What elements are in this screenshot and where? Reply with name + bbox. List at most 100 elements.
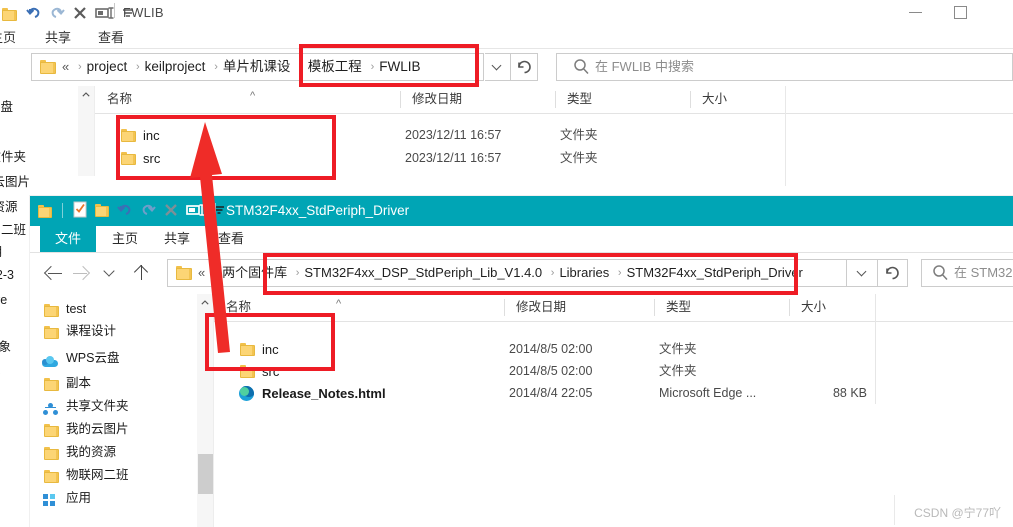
- titlebar-divider: [114, 3, 115, 18]
- tab-share[interactable]: 共享: [45, 26, 71, 49]
- folder-icon: [121, 152, 136, 170]
- window2-checklist-group[interactable]: [72, 196, 231, 222]
- crumb-stdperiph-driver[interactable]: STM32F4xx_StdPeriph_Driver: [627, 265, 803, 280]
- new-folder-icon[interactable]: [93, 200, 111, 218]
- sidebar-item-label: 我的资源: [66, 445, 117, 459]
- table-row[interactable]: src 2023/12/11 16:57 文件夹: [95, 147, 945, 170]
- crumb-keilproject[interactable]: keilproject: [145, 59, 206, 74]
- nav-item-3[interactable]: 的云图片: [0, 171, 30, 193]
- column-header-type[interactable]: 类型: [555, 86, 690, 113]
- window1-refresh-button[interactable]: [511, 53, 538, 81]
- maximize-button[interactable]: [938, 0, 983, 26]
- undo-icon[interactable]: [116, 200, 134, 218]
- nav-item-5[interactable]: 联网二班: [0, 219, 26, 241]
- window1-sidebar-scrollbar[interactable]: [78, 86, 95, 176]
- scrollbar-thumb[interactable]: [198, 454, 213, 494]
- nav-item-9[interactable]: 商: [0, 314, 1, 336]
- window1-search-box[interactable]: 在 FWLIB 中搜索: [556, 53, 1013, 81]
- scroll-up-icon[interactable]: [201, 299, 209, 307]
- crumb-fwlib[interactable]: FWLIB: [379, 59, 420, 74]
- tab-view[interactable]: 查看: [218, 226, 244, 252]
- tab-view[interactable]: 查看: [98, 26, 124, 49]
- nav-item-12[interactable]: 片: [0, 380, 1, 402]
- nav-item-11[interactable]: 频: [0, 358, 1, 380]
- crumb-template[interactable]: 模板工程: [308, 59, 362, 74]
- nav-item-2[interactable]: 享文件夹: [0, 146, 26, 168]
- window2-ribbon-tabs[interactable]: 文件 主页 共享 查看: [30, 226, 1013, 252]
- file-date: 2023/12/11 16:57: [405, 128, 502, 142]
- table-row[interactable]: inc 2014/8/5 02:00 文件夹: [214, 338, 1004, 361]
- tab-share[interactable]: 共享: [164, 226, 190, 252]
- tab-home[interactable]: 主页: [112, 226, 138, 252]
- tab-file[interactable]: 文件: [40, 226, 96, 252]
- file-name[interactable]: inc: [262, 338, 279, 361]
- nav-item-8[interactable]: Drive: [0, 289, 7, 311]
- nav-item-16[interactable]: 面: [0, 468, 1, 490]
- sort-indicator: ^: [250, 90, 256, 102]
- window2-breadcrumb-dropdown[interactable]: [847, 259, 878, 287]
- properties-icon[interactable]: [185, 200, 207, 218]
- crumb-library-root[interactable]: 5两个固件库: [209, 265, 287, 280]
- breadcrumb-path[interactable]: « › project › keilproject › 单片机课设 › 模板工程 › FW…: [62, 54, 421, 80]
- window1-breadcrumb[interactable]: « › project › keilproject › 单片机课设 › 模板工程 › FW…: [31, 53, 484, 81]
- tab-home[interactable]: 主页: [0, 26, 16, 49]
- window2-navigation-pane[interactable]: test 课程设计 WPS云盘 副本 共享文件夹 我的云图片 我的资源 物联网二…: [30, 294, 197, 527]
- column-header-date[interactable]: 修改日期: [400, 86, 555, 113]
- file-name[interactable]: inc: [143, 124, 160, 147]
- window2-refresh-button[interactable]: [878, 259, 908, 287]
- window2-search-box[interactable]: 在 STM32F: [921, 259, 1013, 287]
- column-header-size[interactable]: 大小: [789, 294, 879, 321]
- nav-item-0[interactable]: 云盘: [0, 96, 13, 118]
- screenshot-stage: FWLIB 主页 共享 查看 « ›projec: [0, 0, 1013, 527]
- close-icon[interactable]: [162, 200, 180, 218]
- nav-item-7[interactable]: 022-3: [0, 264, 14, 286]
- table-row[interactable]: src 2014/8/5 02:00 文件夹: [214, 360, 1004, 383]
- window1-column-headers[interactable]: 名称 ^ 修改日期 类型 大小: [95, 86, 1013, 114]
- file-name[interactable]: src: [143, 147, 160, 170]
- window1-breadcrumb-dropdown[interactable]: [485, 53, 511, 81]
- redo-icon[interactable]: [48, 4, 66, 22]
- window1-controls[interactable]: [893, 0, 1013, 26]
- file-name[interactable]: src: [262, 360, 279, 383]
- crumb-project[interactable]: project: [87, 59, 128, 74]
- column-header-name[interactable]: 名称: [95, 86, 400, 113]
- nav-item-15[interactable]: 末: [0, 446, 1, 468]
- table-row[interactable]: inc 2023/12/11 16:57 文件夹: [95, 124, 945, 147]
- column-header-date[interactable]: 修改日期: [504, 294, 669, 321]
- nav-item-14[interactable]: 乐: [0, 424, 1, 446]
- scroll-up-icon[interactable]: [82, 91, 90, 99]
- window1-ribbon-tabs[interactable]: 主页 共享 查看: [0, 26, 1013, 49]
- undo-icon[interactable]: [25, 4, 43, 22]
- window1-quick-access-toolbar[interactable]: [2, 0, 140, 26]
- checklist-icon[interactable]: [72, 200, 88, 218]
- window2-sidebar-scrollbar[interactable]: [197, 294, 214, 527]
- folder-icon: [44, 302, 59, 324]
- folder-icon[interactable]: [38, 200, 54, 218]
- nav-item-10[interactable]: 对象: [0, 336, 11, 358]
- column-header-size[interactable]: 大小: [690, 86, 785, 113]
- breadcrumb-path[interactable]: « 5两个固件库 › STM32F4xx_DSP_StdPeriph_Lib_V1…: [198, 260, 803, 286]
- maximize-icon: [954, 6, 967, 19]
- nav-item-4[interactable]: 的资源: [0, 196, 18, 218]
- column-header-name[interactable]: 名称: [214, 294, 504, 321]
- nav-item-13[interactable]: 档: [0, 402, 1, 424]
- window2-quick-access-toolbar[interactable]: [38, 196, 59, 222]
- apps-icon: [43, 492, 56, 514]
- crumb-libraries[interactable]: Libraries: [559, 265, 609, 280]
- window2-column-headers[interactable]: 名称 ^ 修改日期 类型 大小: [214, 294, 1013, 322]
- properties-icon[interactable]: [94, 4, 116, 22]
- nav-item-6[interactable]: 用: [0, 241, 3, 263]
- folder-icon[interactable]: [2, 4, 17, 22]
- sidebar-item-label: 共享文件夹: [66, 399, 129, 413]
- window2-breadcrumb[interactable]: « 5两个固件库 › STM32F4xx_DSP_StdPeriph_Lib_V1…: [167, 259, 847, 287]
- watermark: CSDN @宁77吖: [914, 506, 1001, 520]
- crumb-course[interactable]: 单片机课设: [223, 59, 291, 74]
- close-icon[interactable]: [71, 4, 89, 22]
- pane-divider: [875, 294, 876, 404]
- file-name[interactable]: Release_Notes.html: [262, 382, 386, 405]
- table-row[interactable]: Release_Notes.html 2014/8/4 22:05 Micros…: [214, 382, 1004, 405]
- minimize-button[interactable]: [893, 0, 938, 26]
- crumb-stm32-lib[interactable]: STM32F4xx_DSP_StdPeriph_Lib_V1.4.0: [304, 265, 542, 280]
- redo-icon[interactable]: [139, 200, 157, 218]
- column-header-type[interactable]: 类型: [654, 294, 789, 321]
